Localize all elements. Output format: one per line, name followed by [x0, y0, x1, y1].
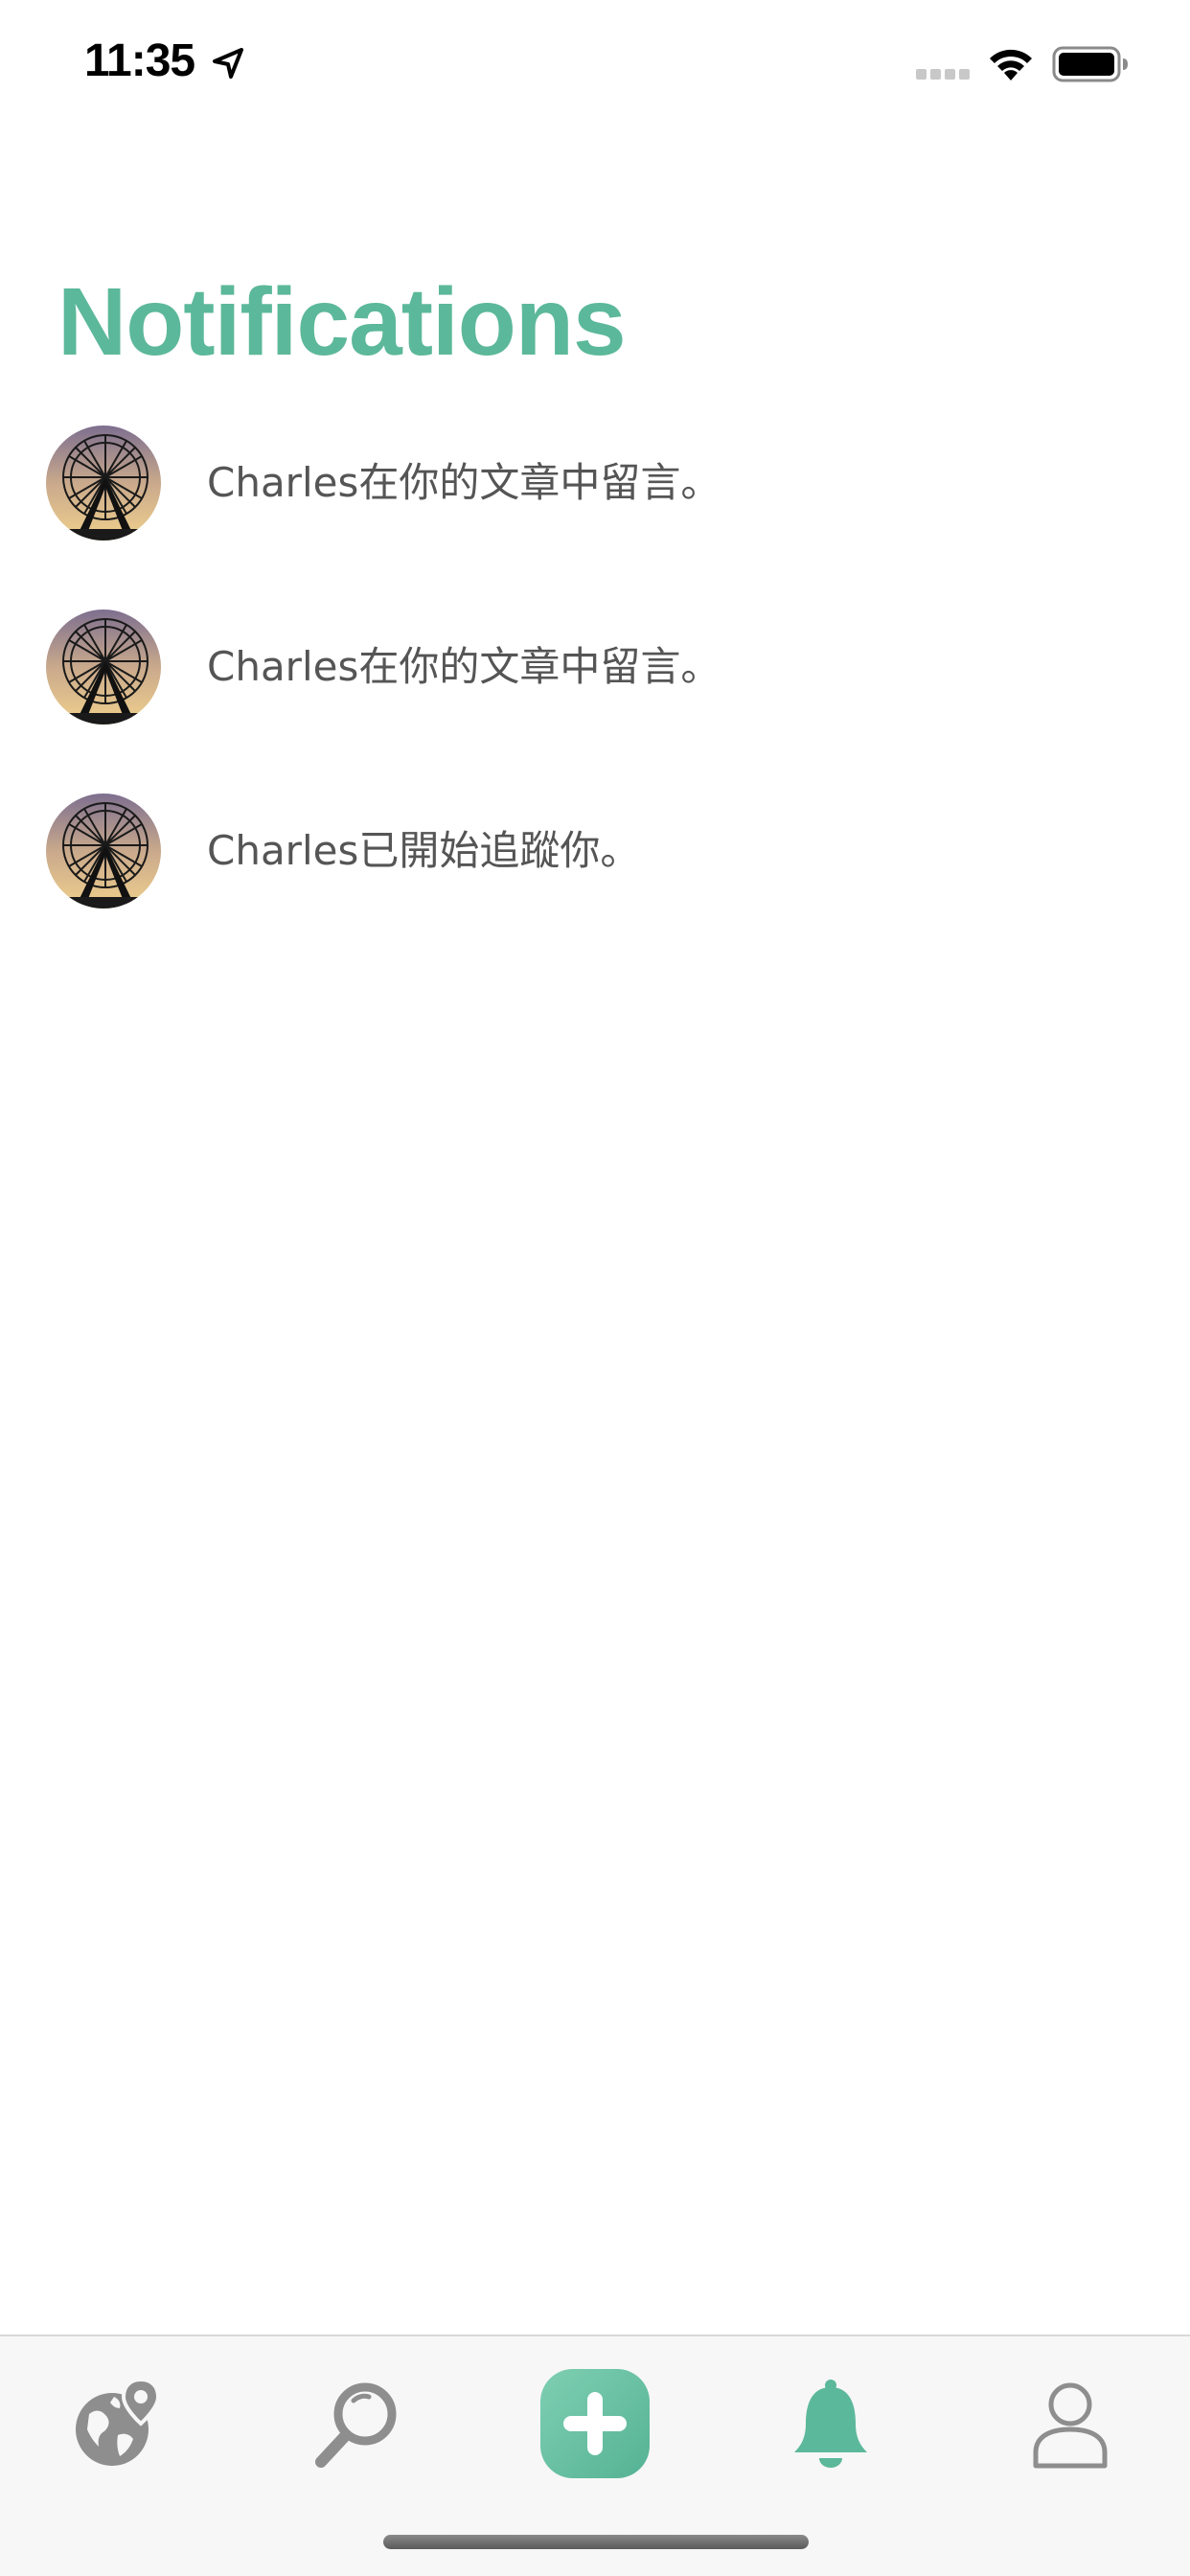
- avatar[interactable]: [46, 794, 161, 908]
- ferris-wheel-avatar-image: [46, 610, 161, 724]
- home-indicator[interactable]: [383, 2535, 809, 2549]
- user-icon: [1033, 2382, 1108, 2469]
- add-post-icon: [540, 2369, 650, 2478]
- tab-search[interactable]: [295, 2361, 420, 2486]
- notification-item[interactable]: Charles在你的文章中留言。: [0, 414, 1190, 598]
- notification-item[interactable]: Charles已開始追蹤你。: [0, 782, 1190, 966]
- notification-item[interactable]: Charles在你的文章中留言。: [0, 598, 1190, 782]
- tab-add-post[interactable]: [533, 2361, 657, 2486]
- notification-list: Charles在你的文章中留言。 Charles在你的文章中留言。 Charle…: [0, 414, 1190, 966]
- status-bar: 11:35: [0, 0, 1190, 126]
- location-arrow-icon: [213, 48, 243, 79]
- notification-text: Charles在你的文章中留言。: [207, 459, 721, 506]
- cellular-signal-icon: [916, 69, 970, 80]
- notification-text: Charles在你的文章中留言。: [207, 643, 721, 690]
- avatar[interactable]: [46, 610, 161, 724]
- tab-profile[interactable]: [1008, 2361, 1133, 2486]
- bell-icon: [794, 2380, 867, 2468]
- notification-text: Charles已開始追蹤你。: [207, 827, 641, 874]
- avatar[interactable]: [46, 426, 161, 540]
- wifi-icon: [990, 49, 1032, 80]
- page-title: Notifications: [57, 268, 627, 376]
- tab-notifications[interactable]: [768, 2361, 893, 2486]
- notifications-screen: 11:35 Notifications Charles在你的文章中留言。 Cha…: [0, 0, 1190, 2576]
- search-icon: [315, 2382, 397, 2468]
- tab-explore[interactable]: [56, 2361, 180, 2486]
- battery-icon: [1052, 46, 1128, 82]
- status-time: 11:35: [84, 35, 195, 86]
- globe-pin-icon: [76, 2377, 161, 2466]
- ferris-wheel-avatar-image: [46, 794, 161, 908]
- ferris-wheel-avatar-image: [46, 426, 161, 540]
